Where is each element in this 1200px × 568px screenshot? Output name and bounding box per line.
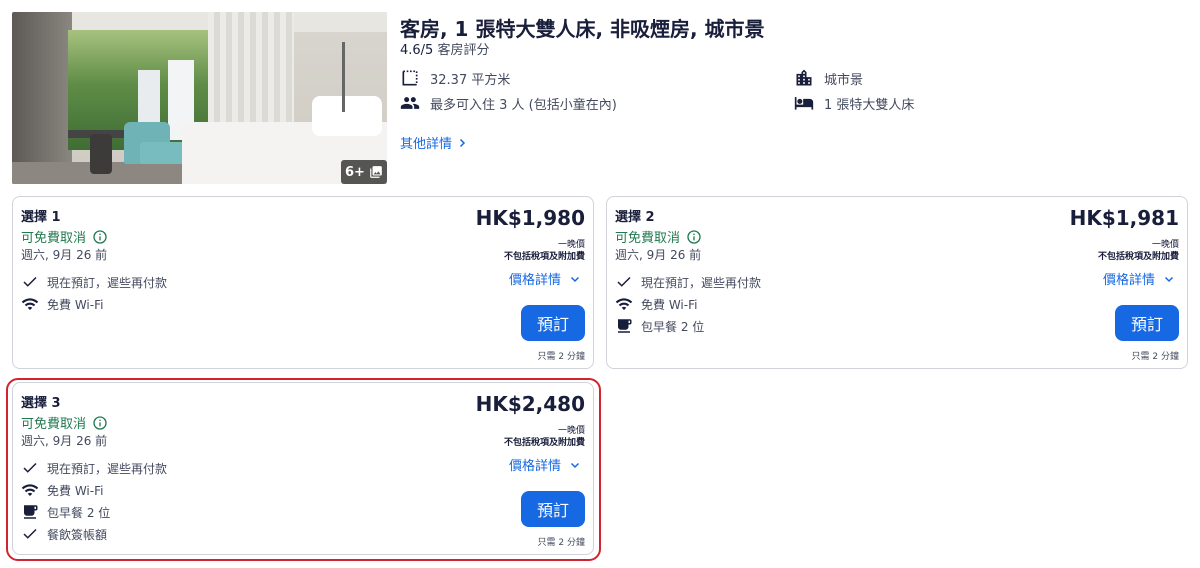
tax-note: 不包括稅項及附加費 <box>503 252 585 262</box>
feature-breakfast: 包早餐 2 位 <box>615 317 704 335</box>
cancel-deadline: 週六, 9月 26 前 <box>615 248 702 262</box>
chevron-down-icon <box>570 276 580 282</box>
photo-count-badge[interactable]: 6+ <box>341 160 387 184</box>
price-details-label: 價格詳情 <box>508 273 561 288</box>
amenity-bed: 1 張特大雙人床 <box>794 93 914 113</box>
photo-pillow <box>312 96 382 136</box>
more-details-link[interactable]: 其他詳情 <box>400 133 468 152</box>
wifi-icon <box>21 484 39 496</box>
book-button[interactable]: 預訂 <box>1115 305 1179 341</box>
rating-label: 客房評分 <box>437 43 490 58</box>
cancel-deadline: 週六, 9月 26 前 <box>21 434 108 448</box>
check-icon <box>23 462 37 473</box>
chevron-right-icon <box>459 138 466 147</box>
bed-icon <box>794 97 814 110</box>
price-details-link[interactable]: 價格詳情 <box>509 269 581 288</box>
tax-note: 不包括稅項及附加費 <box>503 438 585 448</box>
book-button[interactable]: 預訂 <box>521 305 585 341</box>
gallery-icon <box>370 166 382 178</box>
free-cancellation-label: 可免費取消 <box>615 231 681 246</box>
free-cancellation-label: 可免費取消 <box>21 417 87 432</box>
rate-option-card: 選擇 3 可免費取消 週六, 9月 26 前 現在預訂，遲些再付款 免費 Wi-… <box>12 382 594 555</box>
chevron-down-icon <box>570 462 580 468</box>
room-title: 客房, 1 張特大雙人床, 非吸煙房, 城市景 <box>400 17 765 41</box>
book-button[interactable]: 預訂 <box>521 491 585 527</box>
feature-wifi: 免費 Wi-Fi <box>615 295 697 313</box>
people-icon <box>400 97 420 109</box>
info-icon[interactable] <box>92 229 108 245</box>
feature-pay-later: 現在預訂，遲些再付款 <box>615 273 761 291</box>
amenity-occupancy-label: 最多可入住 3 人 (包括小童在內) <box>430 97 617 113</box>
feature-label: 現在預訂，遲些再付款 <box>47 275 168 290</box>
photo-count-label: 6+ <box>345 164 365 180</box>
time-note: 只需 2 分鐘 <box>1131 352 1179 362</box>
feature-label: 免費 Wi-Fi <box>641 297 698 312</box>
option-title: 選擇 2 <box>615 210 655 225</box>
amenity-view: 城市景 <box>794 68 863 88</box>
time-note: 只需 2 分鐘 <box>537 352 585 362</box>
amenity-size: 32.37 平方米 <box>400 68 510 88</box>
wifi-icon <box>21 298 39 310</box>
chevron-down-icon <box>1164 276 1174 282</box>
photo-wall <box>12 12 72 184</box>
feature-label: 現在預訂，遲些再付款 <box>641 275 762 290</box>
wifi-icon <box>615 298 633 310</box>
option-title: 選擇 3 <box>21 396 61 411</box>
feature-pay-later: 現在預訂，遲些再付款 <box>21 273 167 291</box>
feature-label: 包早餐 2 位 <box>641 319 705 334</box>
amenity-occupancy: 最多可入住 3 人 (包括小童在內) <box>400 93 617 113</box>
price-details-label: 價格詳情 <box>1102 273 1155 288</box>
option-title: 選擇 1 <box>21 210 61 225</box>
info-icon[interactable] <box>92 415 108 431</box>
room-rating: 4.6/5 客房評分 <box>400 39 489 58</box>
price-details-label: 價格詳情 <box>508 459 561 474</box>
check-icon <box>617 276 631 287</box>
cancel-deadline: 週六, 9月 26 前 <box>21 248 108 262</box>
free-cancellation: 可免費取消 <box>21 227 108 246</box>
room-photo[interactable]: 6+ <box>12 12 387 184</box>
amenity-view-label: 城市景 <box>824 72 864 88</box>
coffee-cup-icon <box>24 505 38 519</box>
coffee-cup-icon <box>618 319 632 333</box>
rate-option-card: 選擇 2 可免費取消 週六, 9月 26 前 現在預訂，遲些再付款 免費 Wi-… <box>606 196 1188 369</box>
check-icon <box>23 276 37 287</box>
time-note: 只需 2 分鐘 <box>537 538 585 548</box>
free-cancellation: 可免費取消 <box>615 227 702 246</box>
feature-pay-later: 現在預訂，遲些再付款 <box>21 459 167 477</box>
more-details-label: 其他詳情 <box>400 137 453 152</box>
price-details-link[interactable]: 價格詳情 <box>509 455 581 474</box>
price: HK$2,480 <box>475 392 585 416</box>
feature-label: 免費 Wi-Fi <box>47 297 104 312</box>
feature-wifi: 免費 Wi-Fi <box>21 295 103 313</box>
photo-lamp <box>342 42 345 112</box>
amenity-bed-label: 1 張特大雙人床 <box>824 97 915 113</box>
info-icon[interactable] <box>686 229 702 245</box>
price: HK$1,981 <box>1069 206 1179 230</box>
city-icon <box>796 69 812 86</box>
rating-score: 4.6/5 <box>400 43 434 58</box>
free-cancellation: 可免費取消 <box>21 413 108 432</box>
feature-label: 免費 Wi-Fi <box>47 483 104 498</box>
free-cancellation-label: 可免費取消 <box>21 231 87 246</box>
rate-option-card: 選擇 1 可免費取消 週六, 9月 26 前 現在預訂，遲些再付款 免費 Wi-… <box>12 196 594 369</box>
feature-label: 現在預訂，遲些再付款 <box>47 461 168 476</box>
feature-dining-credit: 餐飲簽帳額 <box>21 525 107 543</box>
price: HK$1,980 <box>475 206 585 230</box>
photo-desk-chair <box>90 134 112 174</box>
amenity-size-label: 32.37 平方米 <box>430 72 511 88</box>
price-details-link[interactable]: 價格詳情 <box>1103 269 1175 288</box>
feature-label: 餐飲簽帳額 <box>47 527 108 542</box>
check-icon <box>23 528 37 539</box>
feature-label: 包早餐 2 位 <box>47 505 111 520</box>
feature-wifi: 免費 Wi-Fi <box>21 481 103 499</box>
feature-breakfast: 包早餐 2 位 <box>21 503 110 521</box>
room-size-icon <box>402 70 418 86</box>
tax-note: 不包括稅項及附加費 <box>1097 252 1179 262</box>
